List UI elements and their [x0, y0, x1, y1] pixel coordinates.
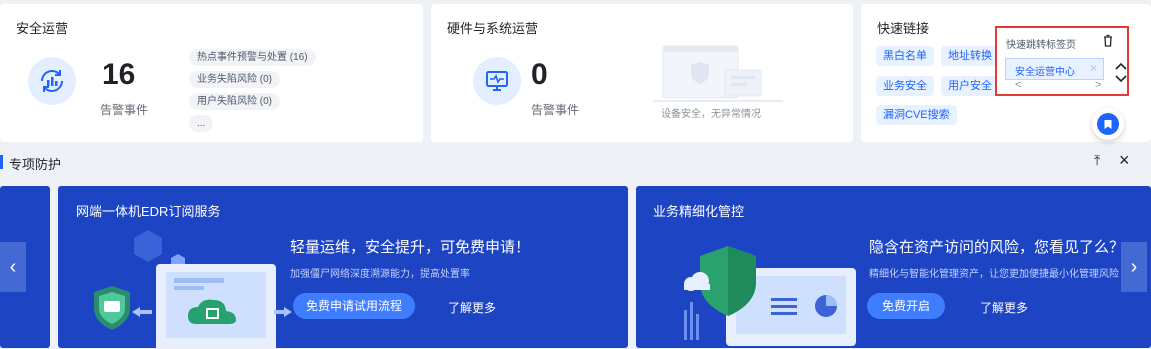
business-learn-more[interactable]: 了解更多 — [980, 299, 1028, 316]
scroll-right-icon[interactable]: > — [1095, 79, 1101, 91]
hardware-alert-count: 0 — [531, 58, 548, 91]
business-desc: 精细化与智能化管理资产，让您更加便捷最小化管理风险 — [869, 269, 1119, 280]
hardware-ops-card: 硬件与系统运营 0 告警事件 设备安全，无异常情况 — [431, 4, 853, 142]
quick-links-title: 快速链接 — [877, 21, 930, 36]
section-title: 专项防护 — [9, 157, 62, 172]
quick-jump-popup-title: 快速跳转标签页 — [1006, 40, 1076, 51]
section-header: 专项防护 ⤒ × — [0, 150, 1151, 174]
close-icon[interactable]: × — [1119, 150, 1130, 171]
carousel-next-arrow[interactable]: › — [1121, 242, 1147, 292]
hardware-alert-label: 告警事件 — [531, 103, 580, 117]
business-open-button[interactable]: 免费开启 — [867, 293, 945, 319]
more-items[interactable]: ... — [189, 115, 214, 132]
security-ops-card: 安全运营 16 告警事件 热点事件预警与处置 (16) 业务失陷风险 (0) 用… — [0, 4, 423, 142]
business-risk-item[interactable]: 业务失陷风险 (0) — [189, 71, 280, 88]
business-banner-title: 业务精细化管控 — [653, 204, 745, 219]
edr-trial-button[interactable]: 免费申请试用流程 — [293, 293, 415, 319]
edr-learn-more[interactable]: 了解更多 — [448, 299, 496, 316]
quick-jump-popup: 快速跳转标签页 安全运营中心 × < > — [995, 26, 1129, 96]
business-control-banner: 业务精细化管控 隐含在资产访问的风险，您看见了么？ 精细化与智能化管理资产，让您… — [636, 186, 1151, 348]
quick-jump-tab[interactable]: 安全运营中心 × — [1005, 58, 1104, 80]
quick-link-user-security[interactable]: 用户安全 — [941, 76, 999, 96]
security-alert-count: 16 — [102, 58, 136, 91]
user-risk-item[interactable]: 用户失陷风险 (0) — [189, 93, 280, 110]
business-headline: 隐含在资产访问的风险，您看见了么？ — [869, 239, 1125, 256]
bookmark-icon — [1097, 113, 1119, 135]
device-safe-text: 设备安全，无异常情况 — [661, 109, 761, 120]
quick-links-card: 快速链接 黑白名单 地址转换 业务安全 用户安全 漏洞CVE搜索 快速跳转标签页… — [861, 4, 1151, 142]
device-safe-illustration — [653, 42, 783, 109]
chevron-down-icon[interactable] — [1114, 71, 1128, 89]
edr-banner: 网端一体机EDR订阅服务 轻量运维，安全提升，可免费申请！ 加强僵尸网络深度溯源… — [58, 186, 628, 348]
carousel-prev-arrow[interactable]: ‹ — [0, 242, 26, 292]
pin-top-icon[interactable]: ⤒ — [1094, 152, 1100, 169]
scroll-left-icon[interactable]: < — [1015, 79, 1021, 91]
trash-icon[interactable] — [1102, 34, 1114, 52]
edr-illustration — [88, 228, 298, 348]
security-ops-title: 安全运营 — [16, 21, 69, 36]
security-alert-label: 告警事件 — [100, 103, 149, 117]
edr-banner-title: 网端一体机EDR订阅服务 — [76, 204, 221, 219]
tab-close-icon[interactable]: × — [1090, 61, 1097, 75]
business-illustration — [676, 246, 866, 348]
edr-headline: 轻量运维，安全提升，可免费申请！ — [290, 239, 531, 256]
quick-link-blacklist[interactable]: 黑白名单 — [876, 46, 934, 66]
quick-jump-tab-label: 安全运营中心 — [1015, 67, 1075, 78]
hot-event-item[interactable]: 热点事件预警与处置 (16) — [189, 49, 316, 66]
quick-link-business-security[interactable]: 业务安全 — [876, 76, 934, 96]
chart-refresh-icon — [28, 57, 76, 105]
monitor-pulse-icon — [473, 57, 521, 105]
section-marker — [0, 155, 3, 169]
edr-desc: 加强僵尸网络深度溯源能力，提高处置率 — [290, 269, 470, 280]
hardware-ops-title: 硬件与系统运营 — [447, 21, 539, 36]
quick-link-cve-search[interactable]: 漏洞CVE搜索 — [876, 105, 957, 125]
quick-link-nat[interactable]: 地址转换 — [941, 46, 999, 66]
bookmark-button[interactable] — [1092, 108, 1124, 140]
